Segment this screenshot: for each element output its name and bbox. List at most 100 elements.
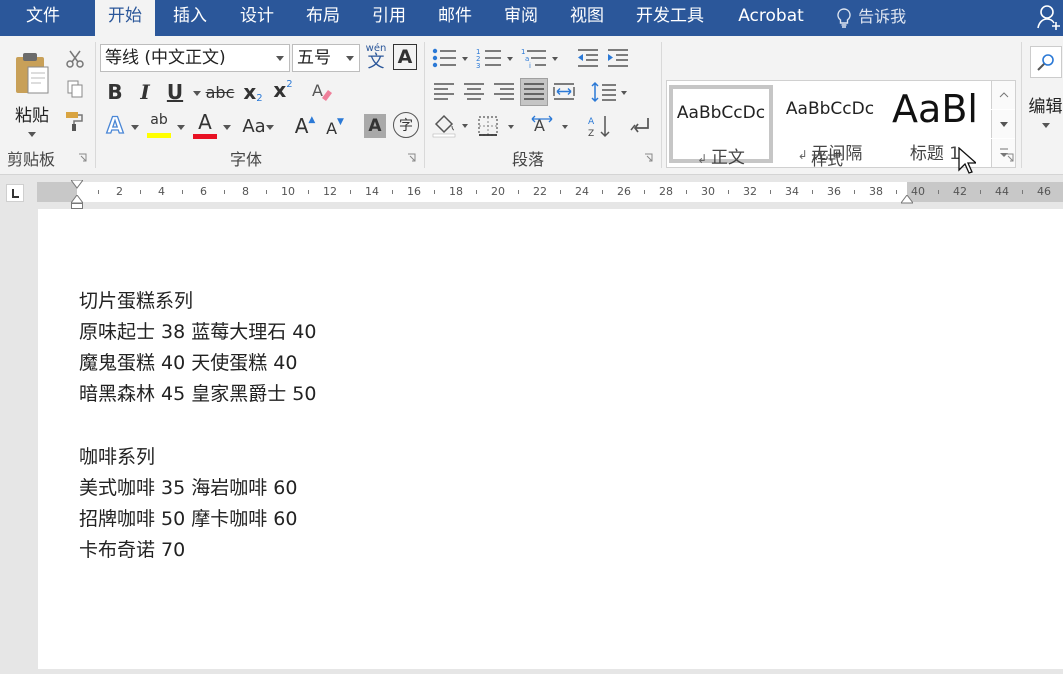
chevron-down-icon[interactable] xyxy=(131,125,139,130)
ruler-tick xyxy=(140,190,141,194)
show-hide-marks-button[interactable] xyxy=(626,112,654,140)
borders-button[interactable] xyxy=(476,112,518,140)
ruler-number: 28 xyxy=(659,185,673,198)
style-normal[interactable]: AaBbCcDc ↲ 正文 xyxy=(669,85,773,168)
copy-button[interactable] xyxy=(62,76,88,102)
horizontal-ruler[interactable]: 2 4 6 8 10 12 14 16 18 20 22 24 26 28 30 32 34 36 38 40 42 44… xyxy=(37,180,1063,204)
doc-line[interactable]: 卡布奇诺 70 xyxy=(79,537,185,563)
chevron-down-icon[interactable] xyxy=(177,125,185,130)
increase-indent-icon xyxy=(608,49,628,67)
svg-text:Z: Z xyxy=(588,129,594,138)
format-painter-button[interactable] xyxy=(62,108,88,134)
ruler-number: 24 xyxy=(575,185,589,198)
tab-view[interactable]: 视图 xyxy=(557,0,617,36)
ribbon-tab-bar: 文件 开始 插入 设计 布局 引用 邮件 审阅 视图 开发工具 Acrobat … xyxy=(0,0,1063,36)
doc-line[interactable]: 暗黑森林 45 皇家黑爵士 50 xyxy=(79,381,316,407)
account-icon[interactable] xyxy=(1036,4,1062,30)
tab-developer[interactable]: 开发工具 xyxy=(624,0,716,36)
dialog-launcher-icon[interactable] xyxy=(1005,153,1015,163)
tab-mailings[interactable]: 邮件 xyxy=(425,0,485,36)
font-name-combo[interactable]: 等线 (中文正文) xyxy=(100,44,290,72)
underline-button[interactable]: U xyxy=(162,78,188,106)
search-icon xyxy=(1029,46,1062,78)
subscript-button[interactable]: x2 xyxy=(240,78,266,106)
style-normal-sample: AaBbCcDc xyxy=(676,103,766,123)
superscript-mark: 2 xyxy=(286,78,293,90)
strikethrough-button[interactable]: abc xyxy=(204,78,236,106)
styles-scroll-down-button[interactable] xyxy=(991,110,1015,138)
tell-me-label: 告诉我 xyxy=(858,7,907,26)
ruler-number: 40 xyxy=(911,185,925,198)
enclose-characters-button[interactable]: 字 xyxy=(393,112,419,138)
ruler-number: 26 xyxy=(617,185,631,198)
font-size-combo[interactable]: 五号 xyxy=(292,44,360,72)
doc-line[interactable]: 切片蛋糕系列 xyxy=(79,288,193,314)
character-border-button[interactable]: A xyxy=(393,44,417,70)
tab-selector-button[interactable] xyxy=(6,184,24,202)
align-center-button[interactable] xyxy=(460,78,488,106)
tab-acrobat[interactable]: Acrobat xyxy=(728,0,814,36)
phonetic-char: 文 xyxy=(367,51,385,72)
chevron-down-icon[interactable] xyxy=(193,91,201,96)
dialog-launcher-icon[interactable] xyxy=(78,153,88,163)
chevron-down-icon[interactable] xyxy=(223,125,231,130)
ruler-number: 14 xyxy=(365,185,379,198)
mouse-pointer-icon xyxy=(958,147,976,174)
tab-review[interactable]: 审阅 xyxy=(491,0,551,36)
group-separator xyxy=(1021,42,1022,168)
distributed-button[interactable] xyxy=(550,78,578,106)
tab-home[interactable]: 开始 xyxy=(95,0,155,36)
styles-scroll-up-button[interactable] xyxy=(991,81,1015,109)
ruler-tick xyxy=(728,190,729,194)
decrease-indent-button[interactable] xyxy=(574,44,602,72)
editing-button[interactable]: 编辑 xyxy=(1028,44,1063,168)
superscript-button[interactable]: x2 xyxy=(270,76,296,104)
tab-file[interactable]: 文件 xyxy=(8,0,78,36)
doc-line[interactable]: 美式咖啡 35 海岩咖啡 60 xyxy=(79,475,297,501)
right-indent-marker[interactable] xyxy=(901,195,913,204)
align-left-button[interactable] xyxy=(430,78,458,106)
grow-font-button[interactable]: A ▲ xyxy=(292,112,318,140)
align-right-button[interactable] xyxy=(490,78,518,106)
line-spacing-button[interactable] xyxy=(590,78,630,106)
cut-button[interactable] xyxy=(62,46,88,72)
ruler-tick xyxy=(266,190,267,194)
shading-button[interactable] xyxy=(430,112,472,140)
first-line-indent-marker[interactable] xyxy=(71,180,83,189)
text-effects-button[interactable]: A xyxy=(102,112,128,140)
chevron-down-icon[interactable] xyxy=(266,125,274,130)
doc-line[interactable]: 魔鬼蛋糕 40 天使蛋糕 40 xyxy=(79,350,297,376)
chinese-layout-button[interactable]: A xyxy=(530,112,572,140)
tell-me-search[interactable]: 告诉我 xyxy=(835,0,906,36)
document-page[interactable]: 切片蛋糕系列 原味起士 38 蓝莓大理石 40 魔鬼蛋糕 40 天使蛋糕 40 … xyxy=(38,209,1063,669)
tab-insert[interactable]: 插入 xyxy=(160,0,220,36)
tab-design[interactable]: 设计 xyxy=(227,0,287,36)
italic-button[interactable]: I xyxy=(132,78,158,106)
ruler-number: 12 xyxy=(323,185,337,198)
numbering-button[interactable]: 123 xyxy=(475,44,517,72)
doc-line[interactable]: 咖啡系列 xyxy=(79,444,155,470)
increase-indent-button[interactable] xyxy=(604,44,632,72)
doc-line[interactable]: 原味起士 38 蓝莓大理石 40 xyxy=(79,319,316,345)
ruler-tick xyxy=(308,190,309,194)
multilevel-list-button[interactable]: 1ai xyxy=(520,44,562,72)
dialog-launcher-icon[interactable] xyxy=(644,153,654,163)
tab-layout[interactable]: 布局 xyxy=(293,0,353,36)
bullets-button[interactable] xyxy=(430,44,472,72)
ruler-number: 38 xyxy=(869,185,883,198)
phonetic-guide-button[interactable]: wén 文 xyxy=(362,42,390,72)
ruler-tick xyxy=(182,190,183,194)
sort-button[interactable]: AZ xyxy=(586,112,614,140)
highlight-color-button[interactable]: ab xyxy=(144,110,174,140)
tab-references[interactable]: 引用 xyxy=(359,0,419,36)
doc-line[interactable]: 招牌咖啡 50 摩卡咖啡 60 xyxy=(79,506,297,532)
paste-button[interactable]: 粘贴 xyxy=(6,44,58,144)
bold-button[interactable]: B xyxy=(102,78,128,106)
character-shading-button[interactable]: A xyxy=(364,114,386,138)
justify-button[interactable] xyxy=(520,78,548,106)
ruler-tick xyxy=(98,190,99,194)
shrink-font-button[interactable]: A ▼ xyxy=(322,114,348,142)
clear-formatting-button[interactable]: A xyxy=(308,78,336,106)
font-color-button[interactable]: A xyxy=(190,110,220,140)
dialog-launcher-icon[interactable] xyxy=(407,153,417,163)
